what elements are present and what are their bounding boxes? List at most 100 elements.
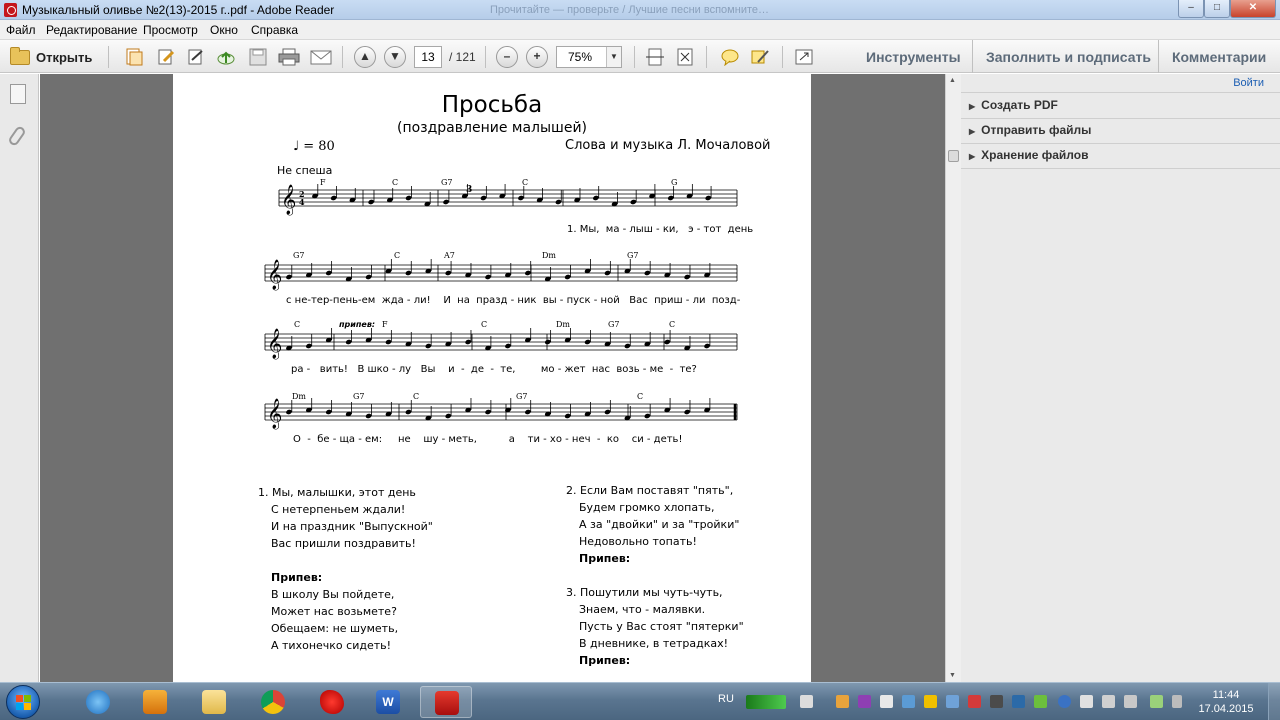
tray-app-icon[interactable] bbox=[946, 695, 959, 708]
taskbar-paint-app[interactable] bbox=[306, 686, 358, 718]
edit-pdf-icon[interactable] bbox=[156, 48, 176, 66]
tray-app-icon[interactable] bbox=[836, 695, 849, 708]
comment-icon[interactable] bbox=[720, 48, 740, 66]
menu-help[interactable]: Справка bbox=[251, 23, 298, 37]
tray-app-icon[interactable] bbox=[880, 695, 893, 708]
language-indicator[interactable]: RU bbox=[718, 693, 734, 705]
verse-line: В школу Вы пойдете, bbox=[271, 588, 395, 601]
taskbar-internet-explorer[interactable] bbox=[72, 686, 124, 718]
scroll-down-icon[interactable]: ▼ bbox=[949, 672, 956, 679]
taskbar-word[interactable]: W bbox=[362, 686, 414, 718]
zoom-out-button[interactable]: – bbox=[496, 46, 518, 68]
menu-edit[interactable]: Редактирование bbox=[46, 23, 137, 37]
treble-clef-icon: 𝄞 bbox=[281, 184, 296, 216]
folder-icon bbox=[202, 690, 226, 714]
menu-file[interactable]: Файл bbox=[6, 23, 36, 37]
tray-app-icon[interactable] bbox=[1012, 695, 1025, 708]
verse-line: Будем громко хлопать, bbox=[579, 501, 715, 514]
send-files-panel[interactable]: ▶ Отправить файлы bbox=[969, 123, 1091, 137]
nvidia-icon[interactable] bbox=[1034, 695, 1047, 708]
tab-fill-sign[interactable]: Заполнить и подписать bbox=[986, 49, 1151, 65]
network-icon[interactable] bbox=[1124, 695, 1137, 708]
zoom-select[interactable]: 75% ▼ bbox=[556, 46, 622, 68]
sign-icon[interactable] bbox=[186, 48, 206, 66]
chord: G7 bbox=[293, 251, 305, 260]
tray-app-icon[interactable] bbox=[924, 695, 937, 708]
verse-refrain-label: Припев: bbox=[271, 571, 323, 584]
create-pdf-icon[interactable] bbox=[124, 48, 144, 66]
triplet-mark: 3 bbox=[466, 185, 472, 195]
pdf-page: Просьба (поздравление малышей) ♩ = 80 Сл… bbox=[173, 74, 811, 682]
login-link[interactable]: Войти bbox=[1233, 77, 1264, 89]
volume-icon[interactable] bbox=[1080, 695, 1093, 708]
taskbar-file-explorer[interactable] bbox=[188, 686, 240, 718]
save-icon[interactable] bbox=[248, 48, 268, 66]
fit-page-icon[interactable] bbox=[675, 48, 695, 66]
vertical-scrollbar[interactable]: ▲ ▼ bbox=[945, 74, 961, 682]
taskbar-media-player[interactable] bbox=[129, 686, 181, 718]
highlight-icon[interactable] bbox=[750, 48, 770, 66]
toolbar-divider bbox=[342, 46, 343, 68]
start-button[interactable] bbox=[6, 685, 40, 719]
previous-page-button[interactable]: ▲ bbox=[354, 46, 376, 68]
signal-strength-icon[interactable] bbox=[746, 695, 786, 709]
scroll-up-icon[interactable]: ▲ bbox=[949, 77, 956, 84]
signal-icon[interactable] bbox=[1172, 695, 1182, 708]
email-icon[interactable] bbox=[310, 48, 332, 66]
chrome-icon bbox=[261, 690, 285, 714]
verse-line: С нетерпеньем ждали! bbox=[271, 503, 406, 516]
maximize-button[interactable]: □ bbox=[1204, 0, 1230, 18]
page-thumbnails-icon[interactable] bbox=[6, 84, 26, 110]
menu-window[interactable]: Окно bbox=[210, 23, 238, 37]
verse-refrain-label: Припев: bbox=[579, 552, 631, 565]
taskbar-chrome[interactable] bbox=[247, 686, 299, 718]
verse-line: А тихонечко сидеть! bbox=[271, 639, 392, 652]
chord: A7 bbox=[444, 251, 455, 260]
verse-line: В дневнике, в тетрадках! bbox=[579, 637, 729, 650]
toolbar-divider bbox=[108, 46, 109, 68]
scrollbar-thumb[interactable] bbox=[948, 150, 959, 162]
open-label: Открыть bbox=[36, 49, 93, 65]
onenote-icon[interactable] bbox=[858, 695, 871, 708]
expand-arrow-icon: ▶ bbox=[969, 102, 976, 111]
tab-tools[interactable]: Инструменты bbox=[866, 49, 961, 65]
tray-app-icon[interactable] bbox=[902, 695, 915, 708]
open-button[interactable]: Открыть bbox=[6, 46, 98, 68]
page-number-input[interactable]: 13 bbox=[414, 46, 442, 68]
system-clock[interactable]: 11:44 17.04.2015 bbox=[1196, 688, 1256, 716]
chevron-down-icon[interactable]: ▼ bbox=[606, 47, 621, 67]
file-storage-panel[interactable]: ▶ Хранение файлов bbox=[969, 148, 1088, 162]
tray-app-icon[interactable] bbox=[968, 695, 981, 708]
paint-splash-icon bbox=[320, 690, 344, 714]
document-viewport[interactable]: Просьба (поздравление малышей) ♩ = 80 Сл… bbox=[40, 74, 945, 682]
fit-width-icon[interactable] bbox=[645, 48, 665, 66]
next-page-button[interactable]: ▼ bbox=[384, 46, 406, 68]
tab-comments[interactable]: Комментарии bbox=[1172, 49, 1266, 65]
cloud-upload-icon[interactable] bbox=[216, 48, 236, 66]
menu-view[interactable]: Просмотр bbox=[143, 23, 198, 37]
verse-line: 1. Мы, малышки, этот день bbox=[258, 486, 416, 499]
panel-label: Хранение файлов bbox=[981, 148, 1089, 162]
verse-line: Обещаем: не шуметь, bbox=[271, 622, 399, 635]
chord: G7 bbox=[441, 178, 453, 187]
toolbar-divider bbox=[634, 46, 635, 68]
print-icon[interactable] bbox=[278, 48, 300, 66]
read-mode-icon[interactable] bbox=[794, 48, 814, 66]
chord: C bbox=[394, 251, 401, 260]
bluetooth-icon[interactable] bbox=[1058, 695, 1071, 708]
zoom-in-button[interactable]: + bbox=[526, 46, 548, 68]
create-pdf-panel[interactable]: ▶ Создать PDF bbox=[969, 98, 1058, 112]
verse-line: 3. Пошутили мы чуть-чуть, bbox=[566, 586, 723, 599]
chord: C bbox=[481, 320, 488, 329]
taskbar-adobe-reader[interactable] bbox=[420, 686, 472, 718]
network-icon[interactable] bbox=[1102, 695, 1115, 708]
minimize-button[interactable]: – bbox=[1178, 0, 1204, 18]
tray-app-icon[interactable] bbox=[990, 695, 1003, 708]
lyrics-line: 1. Мы, ма - лыш - ки, э - тот день bbox=[567, 224, 754, 235]
battery-icon[interactable] bbox=[1150, 695, 1163, 708]
panel-label: Создать PDF bbox=[981, 98, 1058, 112]
show-desktop-button[interactable] bbox=[1268, 683, 1280, 720]
wireless-icon[interactable] bbox=[800, 695, 813, 708]
close-button[interactable]: ✕ bbox=[1230, 0, 1276, 18]
attachments-icon[interactable] bbox=[7, 124, 27, 148]
